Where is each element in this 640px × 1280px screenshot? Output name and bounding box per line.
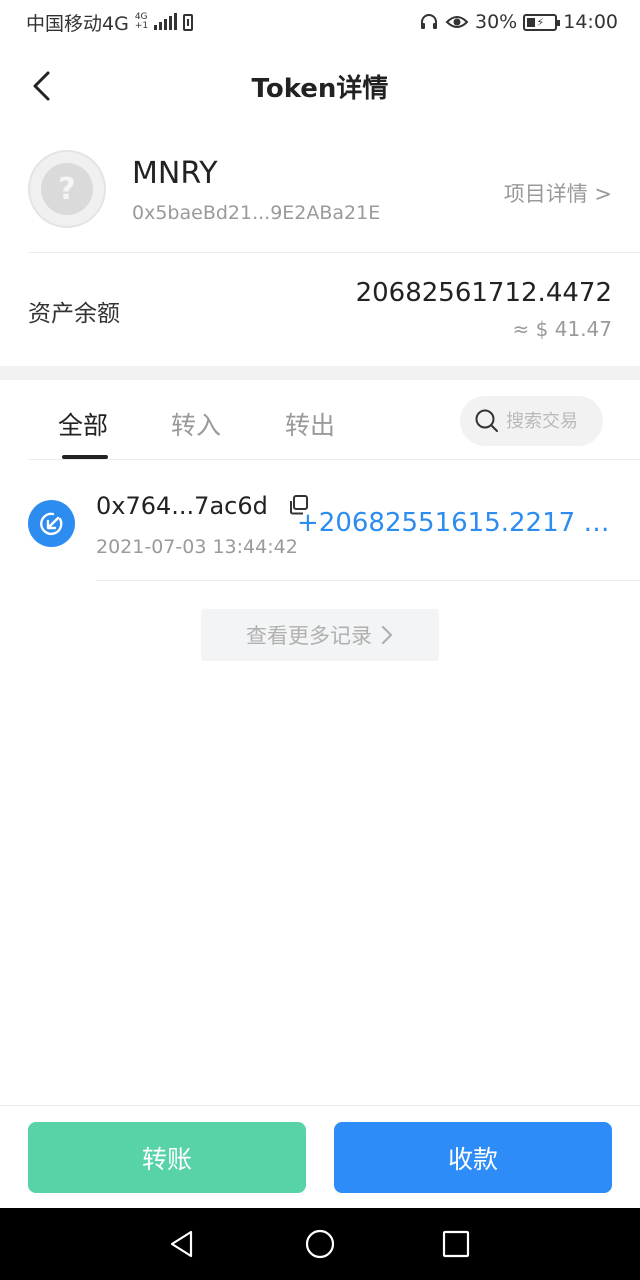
clock-time: 14:00 [563, 11, 618, 33]
battery-percent: 30% [475, 11, 518, 33]
nav-home-icon[interactable] [304, 1228, 336, 1260]
token-contract-address: 0x5baeBd21...9E2ABa21E [132, 202, 381, 224]
chevron-left-icon [33, 71, 50, 101]
tab-all[interactable]: 全部 [58, 406, 108, 442]
nav-back-icon[interactable] [166, 1228, 198, 1260]
network-type-indicator: 4G +1 [135, 13, 148, 31]
headphones-icon [421, 14, 437, 29]
transaction-counterparty: 0x764...7ac6d [96, 492, 268, 520]
tab-incoming[interactable]: 转入 [171, 406, 221, 442]
balance-amount: 20682561712.4472 [355, 278, 612, 308]
balance-fiat-value: ≈ $ 41.47 [512, 317, 612, 341]
transaction-time: 2021-07-03 13:44:42 [96, 536, 298, 558]
nav-recents-icon[interactable] [440, 1228, 472, 1260]
transaction-row[interactable]: 0x764...7ac6d 2021-07-03 13:44:42 +20682… [0, 460, 640, 581]
network-type-bottom: +1 [134, 21, 149, 31]
project-details-link[interactable]: 项目详情 > [504, 178, 612, 208]
receive-button[interactable]: 收款 [334, 1122, 612, 1193]
section-separator [0, 366, 640, 380]
page-header: Token详情 [0, 44, 640, 128]
transaction-tabs: 全部 转入 转出 [0, 380, 640, 460]
token-logo: ? [28, 150, 106, 228]
receive-icon [28, 500, 75, 547]
status-left: 中国移动4G 4G +1 [26, 9, 194, 36]
question-mark-icon: ? [41, 163, 93, 215]
eye-icon [445, 16, 469, 28]
view-more-records-label: 查看更多记录 [246, 624, 372, 648]
search-box[interactable] [460, 396, 603, 446]
battery-icon: ⚡ [523, 13, 561, 31]
signal-icon [154, 13, 178, 30]
divider [96, 580, 640, 581]
status-bar: 中国移动4G 4G +1 30% ⚡ 14:00 [0, 0, 640, 44]
chevron-right-icon [381, 625, 393, 645]
token-summary: ? MNRY 0x5baeBd21...9E2ABa21E 项目详情 > [28, 150, 612, 230]
status-right: 30% ⚡ 14:00 [419, 11, 618, 33]
divider [28, 252, 640, 253]
carrier-label: 中国移动4G [26, 12, 129, 35]
bottom-action-bar: 转账 收款 [0, 1105, 640, 1208]
back-button[interactable] [30, 68, 58, 104]
view-more-records-button[interactable]: 查看更多记录 [201, 609, 439, 661]
token-symbol: MNRY [132, 156, 218, 191]
search-icon [475, 409, 498, 432]
page-title: Token详情 [251, 73, 389, 104]
search-input[interactable] [506, 410, 596, 432]
system-navigation-bar [0, 1208, 640, 1280]
sim-icon [183, 13, 194, 31]
transfer-button[interactable]: 转账 [28, 1122, 306, 1193]
transaction-amount: +20682551615.2217 MNRY [297, 508, 615, 538]
balance-label: 资产余额 [28, 301, 120, 327]
tab-outgoing[interactable]: 转出 [285, 406, 335, 442]
